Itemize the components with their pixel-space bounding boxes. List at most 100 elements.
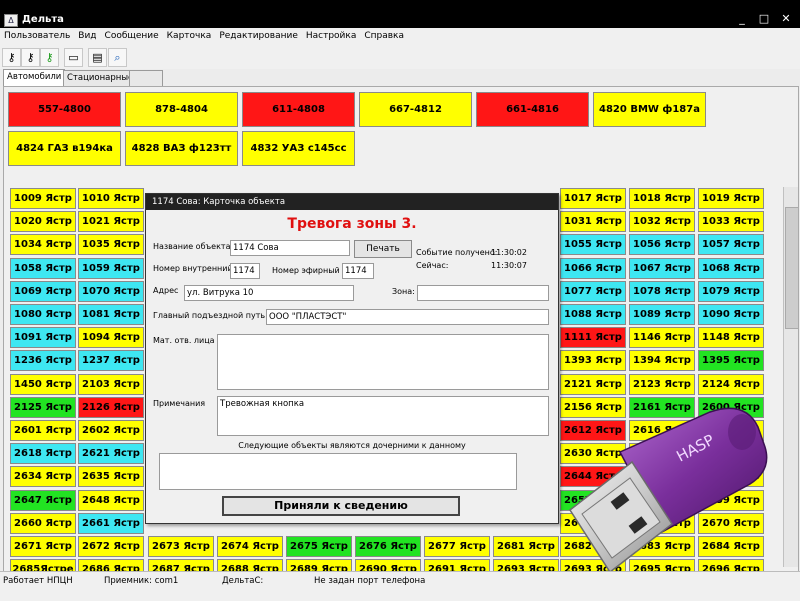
- object-tile[interactable]: 1236 Ястр: [10, 350, 76, 371]
- object-tile[interactable]: 2671 Ястр: [10, 536, 76, 557]
- object-tile[interactable]: 1057 Ястр: [698, 234, 764, 255]
- menu-edit[interactable]: Редактирование: [215, 28, 302, 43]
- object-tile[interactable]: 1018 Ястр: [629, 188, 695, 209]
- object-tile[interactable]: 1081 Ястр: [78, 304, 144, 325]
- menu-user[interactable]: Пользователь: [0, 28, 74, 43]
- object-tile[interactable]: 1056 Ястр: [629, 234, 695, 255]
- object-tile[interactable]: 2647 Ястр: [10, 490, 76, 511]
- object-tile[interactable]: 2674 Ястр: [217, 536, 283, 557]
- vehicle-tile[interactable]: 4820 BMW ф187а: [593, 92, 706, 127]
- object-tile[interactable]: 2681 Ястр: [493, 536, 559, 557]
- object-tile[interactable]: 2602 Ястр: [78, 420, 144, 441]
- object-name-field[interactable]: 1174 Сова: [230, 240, 350, 256]
- object-tile[interactable]: 2126 Ястр: [78, 397, 144, 418]
- object-tile[interactable]: 1148 Ястр: [698, 327, 764, 348]
- object-tile[interactable]: 1094 Ястр: [78, 327, 144, 348]
- object-tile[interactable]: 2601 Ястр: [10, 420, 76, 441]
- vehicle-tile[interactable]: 667-4812: [359, 92, 472, 127]
- scrollbar-thumb[interactable]: [785, 207, 799, 329]
- tab-empty[interactable]: [129, 70, 163, 86]
- zone-field[interactable]: [417, 285, 549, 301]
- vehicle-tile[interactable]: 611-4808: [242, 92, 355, 127]
- object-tile[interactable]: 2673 Ястр: [148, 536, 214, 557]
- monitor-icon[interactable]: ▭: [64, 48, 83, 67]
- object-tile[interactable]: 1089 Ястр: [629, 304, 695, 325]
- object-tile[interactable]: 1146 Ястр: [629, 327, 695, 348]
- maximize-button[interactable]: □: [752, 11, 776, 27]
- object-tile[interactable]: 2661 Ястр: [78, 513, 144, 534]
- object-tile[interactable]: 1091 Ястр: [10, 327, 76, 348]
- object-tile[interactable]: 1031 Ястр: [560, 211, 626, 232]
- responsible-persons-field[interactable]: [217, 334, 549, 390]
- object-tile[interactable]: 1079 Ястр: [698, 281, 764, 302]
- object-tile[interactable]: 1394 Ястр: [629, 350, 695, 371]
- child-objects-list[interactable]: [159, 453, 517, 490]
- vehicle-tile[interactable]: 4828 ВАЗ ф123тт: [125, 131, 238, 166]
- object-tile[interactable]: 1068 Ястр: [698, 258, 764, 279]
- access-road-field[interactable]: ООО "ПЛАСТЭСТ": [266, 309, 549, 325]
- object-tile[interactable]: 1080 Ястр: [10, 304, 76, 325]
- acknowledge-button[interactable]: Приняли к сведению: [222, 496, 460, 516]
- object-tile[interactable]: 2675 Ястр: [286, 536, 352, 557]
- object-tile[interactable]: 1034 Ястр: [10, 234, 76, 255]
- menu-view[interactable]: Вид: [74, 28, 100, 43]
- object-tile[interactable]: 1395 Ястр: [698, 350, 764, 371]
- object-tile[interactable]: 2676 Ястр: [355, 536, 421, 557]
- menu-settings[interactable]: Настройка: [302, 28, 361, 43]
- object-tile[interactable]: 1450 Ястр: [10, 374, 76, 395]
- object-tile[interactable]: 2635 Ястр: [78, 466, 144, 487]
- print-button[interactable]: Печать: [354, 240, 412, 258]
- object-tile[interactable]: 1067 Ястр: [629, 258, 695, 279]
- object-tile[interactable]: 1059 Ястр: [78, 258, 144, 279]
- object-tile[interactable]: 2618 Ястр: [10, 443, 76, 464]
- object-tile[interactable]: 1077 Ястр: [560, 281, 626, 302]
- object-tile[interactable]: 1088 Ястр: [560, 304, 626, 325]
- object-tile[interactable]: 1033 Ястр: [698, 211, 764, 232]
- delta-app-icon[interactable]: Δ: [4, 14, 18, 27]
- tab-automobiles[interactable]: Автомобили: [3, 69, 66, 86]
- object-tile[interactable]: 1070 Ястр: [78, 281, 144, 302]
- menu-message[interactable]: Сообщение: [101, 28, 163, 43]
- object-tile[interactable]: 1393 Ястр: [560, 350, 626, 371]
- notes-field[interactable]: Тревожная кнопка: [217, 396, 549, 436]
- search-icon[interactable]: ⌕: [108, 48, 127, 67]
- object-tile[interactable]: 1010 Ястр: [78, 188, 144, 209]
- object-tile[interactable]: 2103 Ястр: [78, 374, 144, 395]
- object-tile[interactable]: 1032 Ястр: [629, 211, 695, 232]
- object-tile[interactable]: 1021 Ястр: [78, 211, 144, 232]
- object-tile[interactable]: 1009 Ястр: [10, 188, 76, 209]
- object-tile[interactable]: 1058 Ястр: [10, 258, 76, 279]
- vehicle-tile[interactable]: 4832 УАЗ с145сс: [242, 131, 355, 166]
- object-tile[interactable]: 2125 Ястр: [10, 397, 76, 418]
- menu-card[interactable]: Карточка: [163, 28, 216, 43]
- address-field[interactable]: ул. Витрука 10: [184, 285, 354, 301]
- vehicle-tile[interactable]: 878-4804: [125, 92, 238, 127]
- object-tile[interactable]: 1111 Ястр: [560, 327, 626, 348]
- calculator-icon[interactable]: ▤: [88, 48, 107, 67]
- menu-help[interactable]: Справка: [360, 28, 408, 43]
- key-green-icon[interactable]: ⚷: [40, 48, 59, 67]
- object-tile[interactable]: 2672 Ястр: [78, 536, 144, 557]
- key-user-alt-icon[interactable]: ⚷: [21, 48, 40, 67]
- object-tile[interactable]: 1066 Ястр: [560, 258, 626, 279]
- object-tile[interactable]: 2621 Ястр: [78, 443, 144, 464]
- object-tile[interactable]: 2648 Ястр: [78, 490, 144, 511]
- object-tile[interactable]: 2677 Ястр: [424, 536, 490, 557]
- object-tile[interactable]: 1055 Ястр: [560, 234, 626, 255]
- object-tile[interactable]: 1090 Ястр: [698, 304, 764, 325]
- key-user-icon[interactable]: ⚷: [2, 48, 21, 67]
- object-tile[interactable]: 1017 Ястр: [560, 188, 626, 209]
- internal-number-field[interactable]: 1174: [230, 263, 260, 279]
- object-tile[interactable]: 1078 Ястр: [629, 281, 695, 302]
- vehicle-tile[interactable]: 661-4816: [476, 92, 589, 127]
- minimize-button[interactable]: _: [730, 11, 754, 27]
- object-tile[interactable]: 1069 Ястр: [10, 281, 76, 302]
- vehicle-tile[interactable]: 4824 ГАЗ в194ка: [8, 131, 121, 166]
- tab-stationary[interactable]: Стационарные: [63, 70, 138, 86]
- object-tile[interactable]: 1020 Ястр: [10, 211, 76, 232]
- object-tile[interactable]: 2660 Ястр: [10, 513, 76, 534]
- air-number-field[interactable]: 1174: [342, 263, 374, 279]
- close-button[interactable]: ✕: [774, 11, 798, 27]
- object-tile[interactable]: 1019 Ястр: [698, 188, 764, 209]
- object-tile[interactable]: 1035 Ястр: [78, 234, 144, 255]
